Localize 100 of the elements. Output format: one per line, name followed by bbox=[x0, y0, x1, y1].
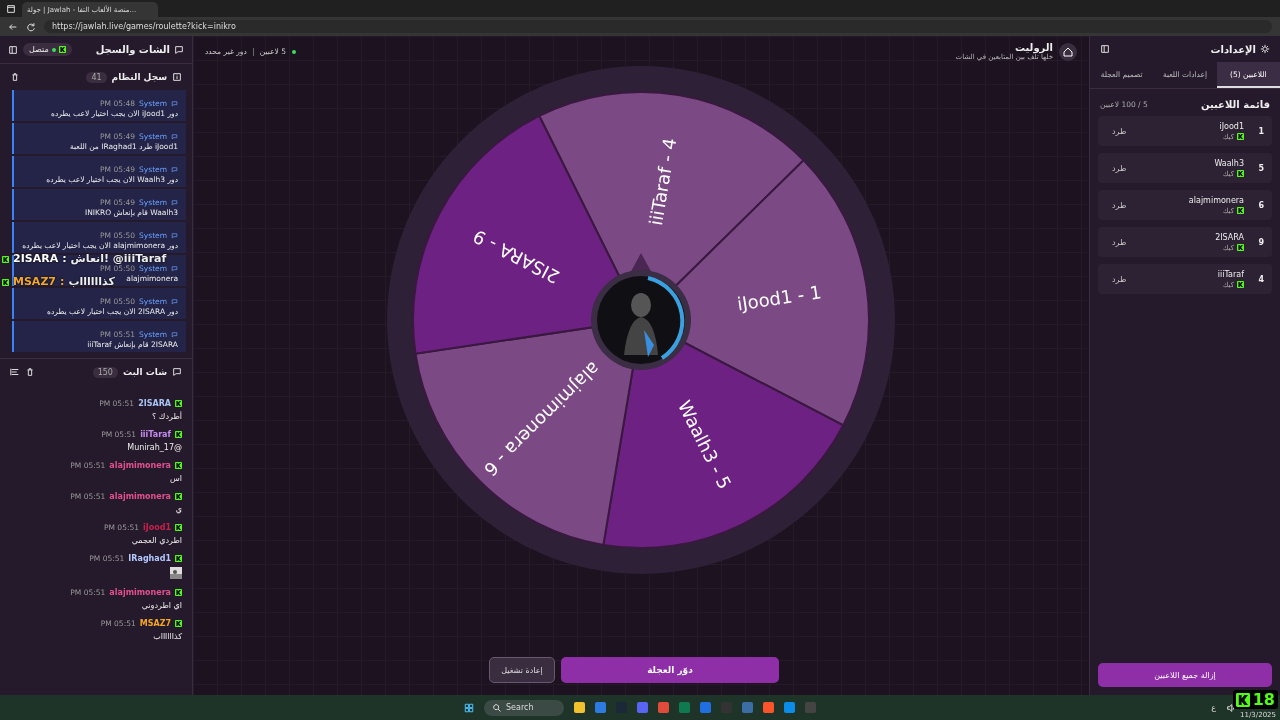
kick-icon bbox=[175, 493, 182, 500]
section-title: سجل النظام bbox=[111, 72, 167, 82]
player-name: iJood1 bbox=[1218, 121, 1244, 131]
spin-button[interactable]: دوّر العجلة bbox=[561, 657, 779, 683]
username: IRaghad1 bbox=[128, 554, 171, 563]
kick-icon bbox=[175, 589, 182, 596]
trash-icon[interactable] bbox=[10, 72, 20, 82]
kick-icon bbox=[175, 431, 182, 438]
taskbar-app-icon[interactable] bbox=[784, 702, 795, 713]
keyboard-language[interactable]: ع bbox=[1211, 703, 1216, 712]
separator-colon: : bbox=[60, 276, 65, 288]
count-badge: 41 bbox=[86, 71, 107, 83]
segment-label: iJood1 - 1 bbox=[735, 281, 823, 315]
message-icon bbox=[171, 166, 178, 173]
kick-logo bbox=[2, 255, 9, 263]
username: alajmimonera bbox=[109, 461, 171, 470]
player-number: 4 bbox=[1257, 274, 1264, 284]
overlay-message: انعاش! @iiiTaraf bbox=[70, 253, 167, 265]
count-badge: 150 bbox=[92, 366, 118, 378]
chat-icon bbox=[174, 44, 184, 55]
segment-label: iiiTaraf - 4 bbox=[645, 136, 681, 227]
username: 2ISARA bbox=[138, 399, 171, 408]
username: alajmimonera bbox=[109, 492, 171, 501]
overlay-username: MSAZ7 bbox=[13, 276, 56, 288]
kick-button[interactable]: طرد bbox=[1106, 162, 1133, 174]
kick-button[interactable]: طرد bbox=[1106, 125, 1133, 137]
clear-players-button[interactable]: إزالة جميع اللاعبين bbox=[1098, 663, 1272, 687]
menu-icon[interactable] bbox=[10, 367, 20, 377]
message-text: @Munirah_17 bbox=[127, 443, 182, 452]
kick-icon bbox=[1237, 133, 1244, 140]
player-name: iiiTaraf bbox=[1216, 269, 1244, 279]
username: MSAZ7 bbox=[139, 619, 171, 628]
panel-title: الشات والسجل bbox=[95, 44, 170, 55]
viewer-count: 18 bbox=[1252, 690, 1275, 709]
message-icon bbox=[171, 265, 178, 272]
chat-icon bbox=[172, 367, 182, 377]
kick-button[interactable]: طرد bbox=[1106, 199, 1133, 211]
search-icon bbox=[492, 702, 502, 713]
message-text: اي اطردوني bbox=[141, 601, 182, 610]
message-text: ي bbox=[175, 505, 182, 514]
message-icon bbox=[171, 232, 178, 239]
settings-icon bbox=[1260, 44, 1270, 54]
sidebar-toggle-icon[interactable] bbox=[8, 44, 18, 55]
message-icon bbox=[171, 331, 178, 338]
kick-icon bbox=[1237, 207, 1244, 214]
volume-icon[interactable] bbox=[1226, 702, 1236, 713]
separator-colon: : bbox=[62, 253, 67, 265]
player-number: 6 bbox=[1257, 200, 1264, 210]
list-title: قائمة اللاعبين bbox=[1200, 99, 1270, 110]
kick-button[interactable]: طرد bbox=[1106, 236, 1133, 248]
username: alajmimonera bbox=[109, 588, 171, 597]
section-title: شات البث bbox=[122, 367, 167, 377]
back-icon[interactable] bbox=[8, 21, 18, 32]
sidebar-toggle-icon[interactable] bbox=[1100, 44, 1110, 54]
trash-icon[interactable] bbox=[25, 367, 35, 377]
kick-icon bbox=[175, 555, 182, 562]
player-number: 9 bbox=[1257, 237, 1264, 247]
taskbar-app-icon[interactable] bbox=[637, 702, 648, 713]
info-icon bbox=[172, 72, 182, 82]
home-icon[interactable] bbox=[1059, 42, 1077, 61]
page-title: الروليت bbox=[1013, 42, 1053, 53]
message-icon bbox=[171, 100, 178, 107]
taskbar-app-icon[interactable] bbox=[595, 702, 606, 713]
message-text: اطردي العجمي bbox=[131, 536, 182, 545]
message-text: أطردك ؟ bbox=[152, 412, 182, 421]
player-number: 1 bbox=[1257, 126, 1264, 136]
taskbar-app-icon[interactable] bbox=[700, 702, 711, 713]
overlay-message: كذااااااب bbox=[68, 276, 115, 288]
taskbar-app-icon[interactable] bbox=[742, 702, 753, 713]
address-bar[interactable]: https://jawlah.live/games/roulette?kick=inikro bbox=[44, 20, 1272, 33]
kick-logo bbox=[2, 278, 9, 286]
kick-logo bbox=[58, 46, 66, 53]
panel-title: الإعدادات bbox=[1210, 43, 1256, 55]
message-text: اس bbox=[170, 474, 182, 483]
message-icon bbox=[171, 298, 178, 305]
taskbar-app-icon[interactable] bbox=[658, 702, 669, 713]
kick-icon bbox=[175, 462, 182, 469]
message-icon bbox=[171, 199, 178, 206]
player-number: 5 bbox=[1257, 163, 1264, 173]
taskbar-app-icon[interactable] bbox=[574, 702, 585, 713]
message-text: كذااااااب bbox=[153, 632, 182, 641]
player-name: alajmimonera bbox=[1187, 195, 1244, 205]
kick-icon bbox=[1237, 170, 1244, 177]
search-field[interactable]: Search bbox=[484, 699, 564, 716]
message-icon bbox=[171, 133, 178, 140]
player-name: 2ISARA bbox=[1214, 232, 1244, 242]
username: iiiTaraf bbox=[140, 430, 171, 439]
refresh-icon[interactable] bbox=[26, 21, 36, 32]
overlay-username: 2ISARA bbox=[13, 253, 59, 265]
kick-icon bbox=[175, 620, 182, 627]
reset-button[interactable]: إعادة تشغيل bbox=[489, 657, 555, 683]
taskbar-app-icon[interactable] bbox=[679, 702, 690, 713]
kick-icon bbox=[175, 524, 182, 531]
kick-button[interactable]: طرد bbox=[1106, 273, 1133, 285]
kick-icon bbox=[1237, 281, 1244, 288]
status-badge: متصل bbox=[23, 43, 72, 56]
start-icon[interactable] bbox=[464, 702, 474, 713]
taskbar-app-icon[interactable] bbox=[763, 702, 774, 713]
kick-icon bbox=[175, 400, 182, 407]
window-icon[interactable] bbox=[6, 3, 16, 14]
